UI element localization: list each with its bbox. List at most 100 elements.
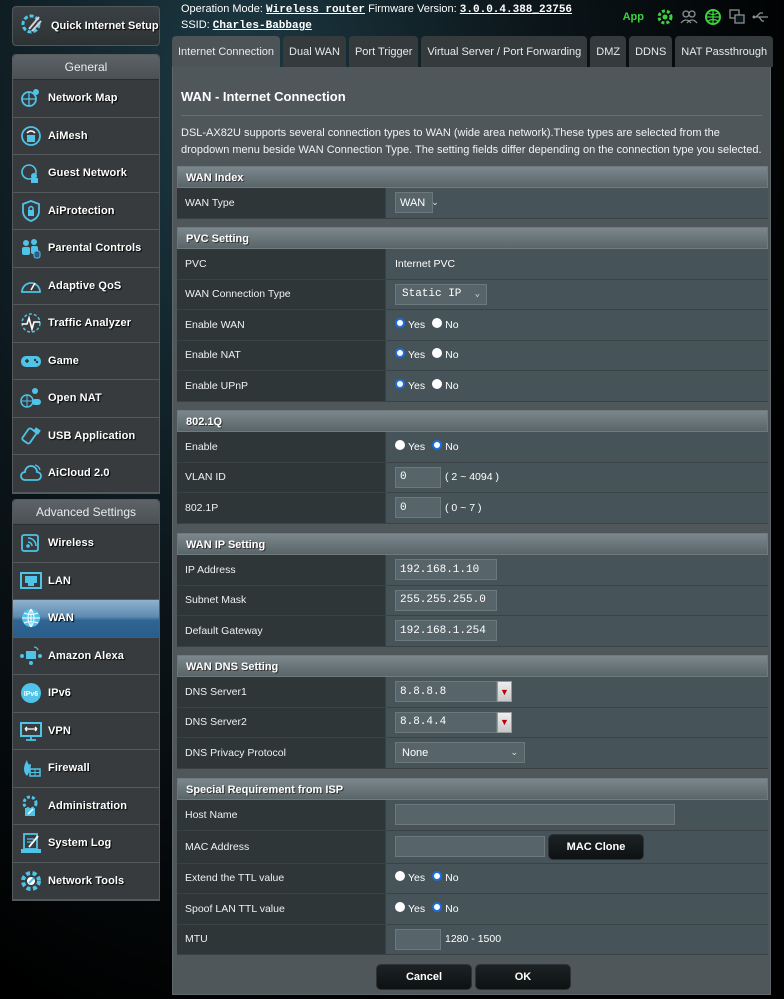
mac-address-input[interactable] [395,836,545,857]
radio-yes[interactable]: Yes [395,901,425,915]
tab-port-trigger[interactable]: Port Trigger [348,36,419,67]
subnet-mask-input[interactable]: 255.255.255.0 [395,589,497,611]
radio-checked-icon [432,901,443,912]
radio-no[interactable]: No [432,348,459,361]
subnet-mask-row: Subnet Mask 255.255.255.0 [177,585,768,616]
sidebar-item-usb-application[interactable]: USB Application [13,417,159,455]
dns-server1-input[interactable]: 8.8.8.8 [395,681,497,703]
sidebar-item-game[interactable]: Game [13,342,159,380]
title-divider [181,115,762,116]
sidebar-item-label: Open NAT [48,392,102,405]
ssid-link[interactable]: Charles-Babbage [213,20,312,32]
sidebar-item-wan[interactable]: WAN [13,600,159,638]
settings-gear-icon[interactable] [656,8,674,26]
dns-server2-input[interactable]: 8.8.4.4 [395,711,497,733]
sidebar-item-label: VPN [48,724,71,737]
sidebar-item-label: Traffic Analyzer [48,317,132,330]
sidebar-item-wireless[interactable]: Wireless [13,525,159,563]
host-name-input[interactable] [395,804,675,826]
sidebar-item-parental-controls[interactable]: Parental Controls [13,230,159,268]
tab-internet-connection[interactable]: Internet Connection [172,36,281,67]
wireless-icon [19,531,43,555]
dns-server1-dropdown-arrow-icon[interactable]: ▼ [497,681,512,703]
mtu-label: MTU [177,924,385,954]
sidebar-item-label: Wireless [48,537,94,550]
pvc-row: PVC Internet PVC [177,249,768,280]
sidebar-item-label: Adaptive QoS [48,279,122,292]
vlan-id-row: VLAN ID 0 ( 2 ~ 4094 ) [177,462,768,493]
radio-label: Yes [408,318,426,331]
dns-privacy-value: None [402,746,429,759]
tab-nat-passthrough[interactable]: NAT Passthrough [675,36,774,67]
family-icon [19,236,43,260]
firmware-label: Firmware Version: [368,3,457,15]
wan-dns-section: WAN DNS Setting DNS Server1 8.8.8.8 ▼ DNS… [177,655,768,769]
host-name-row: Host Name [177,800,768,831]
default-gateway-input[interactable]: 192.168.1.254 [395,620,497,642]
tab-bar: Internet Connection Dual WAN Port Trigger V… [172,36,774,67]
sidebar-item-administration[interactable]: Administration [13,787,159,825]
radio-yes[interactable]: Yes [395,348,425,361]
vlan-id-input[interactable]: 0 [395,466,441,488]
tab-virtual-server-port-forwarding[interactable]: Virtual Server / Port Forwarding [421,36,588,67]
quick-internet-setup-button[interactable]: Quick Internet Setup [12,6,160,46]
sidebar-item-network-map[interactable]: Network Map [13,80,159,118]
radio-no[interactable]: No [432,871,459,884]
mtu-input[interactable] [395,928,441,950]
radio-yes[interactable]: Yes [395,378,425,392]
sidebar-item-ipv6[interactable]: IPv6 IPv6 [13,675,159,713]
sidebar-item-lan[interactable]: LAN [13,562,159,600]
subnet-mask-label: Subnet Mask [177,585,385,615]
devices-icon[interactable] [728,8,746,26]
tab-dmz[interactable]: DMZ [590,36,627,67]
sidebar-item-aicloud-2-0[interactable]: AiCloud 2.0 [13,455,159,493]
sidebar-item-open-nat[interactable]: Open NAT [13,380,159,418]
radio-yes[interactable]: Yes [395,871,426,885]
sidebar-item-label: Guest Network [48,167,127,180]
globe-pin-icon [19,86,43,110]
clients-icon[interactable] [680,8,698,26]
tab-dual-wan[interactable]: Dual WAN [283,36,346,67]
dns-privacy-select[interactable]: None ⌄ [395,742,525,764]
sidebar-item-guest-network[interactable]: Guest Network [13,155,159,193]
sidebar-item-amazon-alexa[interactable]: Amazon Alexa [13,637,159,675]
dns-server2-label: DNS Server2 [177,707,385,737]
sidebar-item-aiprotection[interactable]: AiProtection [13,192,159,230]
radio-no[interactable]: No [432,901,459,915]
tab-ddns[interactable]: DDNS [629,36,673,67]
section-header: 802.1Q [177,410,768,432]
radio-yes[interactable]: Yes [395,439,425,453]
dns-server2-dropdown-arrow-icon[interactable]: ▼ [497,711,512,733]
operation-mode-link[interactable]: Wireless router [266,4,365,16]
sidebar-item-firewall[interactable]: Firewall [13,750,159,788]
section-header: PVC Setting [177,227,768,249]
radio-no[interactable]: No [432,317,459,331]
firmware-version-link[interactable]: 3.0.0.4.388_23756 [460,4,572,16]
internet-globe-icon[interactable] [704,8,722,26]
mac-clone-button[interactable]: MAC Clone [548,833,644,860]
radio-no[interactable]: No [432,439,459,453]
sidebar-item-traffic-analyzer[interactable]: Traffic Analyzer [13,305,159,343]
dot1p-input[interactable]: 0 [395,497,441,519]
ok-button[interactable]: OK [475,964,571,990]
dot1q-section: 802.1Q Enable Yes No VLAN ID 0 ( 2 ~ 4094 … [177,410,768,524]
system-log-icon [19,831,43,855]
header-status-icons: App [623,8,770,26]
wan-type-select[interactable]: WAN ⌄ [395,192,439,214]
wan-connection-type-select[interactable]: Static IP ⌄ [395,283,487,305]
app-link[interactable]: App [623,11,644,23]
sidebar-item-aimesh[interactable]: AiMesh [13,117,159,155]
dot1p-row: 802.1P 0 ( 0 ~ 7 ) [177,493,768,524]
dns-privacy-row: DNS Privacy Protocol None ⌄ [177,738,768,769]
spoof-ttl-label: Spoof LAN TTL value [177,894,385,924]
radio-yes[interactable]: Yes [395,317,426,331]
sidebar-item-vpn[interactable]: VPN [13,712,159,750]
ip-address-input[interactable]: 192.168.1.10 [395,559,497,581]
sidebar-item-system-log[interactable]: System Log [13,825,159,863]
cancel-button[interactable]: Cancel [376,964,472,990]
sidebar-item-network-tools[interactable]: Network Tools [13,862,159,900]
sidebar-item-adaptive-qos[interactable]: Adaptive QoS [13,267,159,305]
usb-status-icon[interactable] [752,8,770,26]
radio-no[interactable]: No [432,378,459,392]
radio-label: Yes [408,872,426,885]
